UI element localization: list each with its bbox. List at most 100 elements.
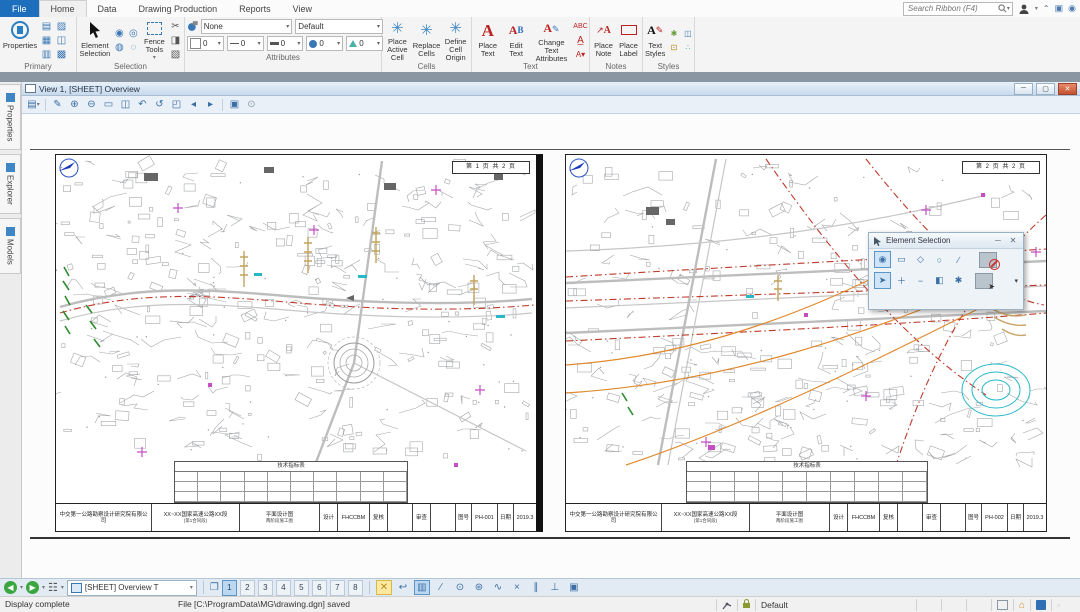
place-label-button[interactable]: Place Label	[617, 19, 640, 62]
view-group-dropdown[interactable]: [SHEET] Overview T ▾	[67, 580, 197, 596]
cut-icon[interactable]: ✂	[169, 20, 182, 33]
rotate-view-icon[interactable]: ↶	[135, 98, 150, 112]
snap-origin-icon[interactable]: ⊛	[471, 580, 487, 595]
dock-tab-explorer[interactable]: Explorer	[0, 154, 21, 214]
method-block-icon[interactable]: ▭	[893, 251, 910, 268]
view-toggle-6[interactable]: 6	[312, 580, 327, 596]
search-input[interactable]	[906, 3, 998, 14]
element-templates-icon[interactable]: ◫	[681, 27, 694, 40]
line-style-dropdown[interactable]: 0 ▾	[227, 36, 264, 51]
select-elements-icon[interactable]: ➤	[975, 273, 993, 289]
level-display-icon[interactable]: ▨	[55, 20, 68, 33]
dialog-expand-icon[interactable]: ▾	[1014, 277, 1018, 285]
view-toggle-2[interactable]: 2	[240, 580, 255, 596]
fit-view-icon[interactable]: ◫	[118, 98, 133, 112]
models-icon[interactable]: ▥	[40, 48, 53, 61]
view-toggle-4[interactable]: 4	[276, 580, 291, 596]
view-previous-icon[interactable]: ◂	[186, 98, 201, 112]
ribbon-search[interactable]: ▾	[903, 2, 1013, 16]
view-minimize-button[interactable]: ─	[1014, 83, 1033, 95]
line-weight-dropdown[interactable]: 0 ▾	[267, 36, 304, 51]
snap-keypoint-icon[interactable]: ▥	[414, 580, 430, 595]
mode-subtract-icon[interactable]: −	[912, 272, 929, 289]
snap-bisector-icon[interactable]: ∿	[490, 580, 506, 595]
display-styles-icon[interactable]: ⊡	[667, 41, 680, 54]
mode-clear-icon[interactable]: ✱	[950, 272, 967, 289]
view-undo-caret-icon[interactable]: ▾	[20, 584, 23, 591]
tab-drawing-production[interactable]: Drawing Production	[128, 0, 229, 17]
text-styles-button[interactable]: A✎ Text Styles	[645, 19, 665, 62]
explorer-icon[interactable]: ▤	[40, 20, 53, 33]
view-group-history-icon[interactable]: ☷	[48, 581, 58, 594]
tab-home[interactable]: Home	[39, 0, 87, 17]
view-undo-button[interactable]: ◀	[4, 581, 17, 594]
dock-tab-properties[interactable]: Properties	[0, 84, 21, 150]
view-toggles-icon[interactable]: ❐	[210, 582, 219, 593]
sheet-2[interactable]: 第 2 页 共 2 页 技术指标表 中交第一公路勘察设计研究院有限公司 XX~X…	[565, 154, 1047, 532]
more-text-tools-icon[interactable]: A▾	[574, 48, 587, 61]
snap-nearest-icon[interactable]: ↩	[395, 580, 411, 595]
zoom-out-icon[interactable]: ⊖	[84, 98, 99, 112]
active-level-indicator[interactable]: Default	[755, 599, 916, 611]
select-previous-icon[interactable]: ◎	[127, 27, 140, 40]
main-road[interactable]	[60, 290, 532, 307]
text-glossary-icon[interactable]: A̲	[574, 34, 587, 47]
collapse-ribbon-icon[interactable]: ⌃	[1043, 4, 1050, 13]
element-selection-button[interactable]: Element Selection	[79, 19, 111, 62]
tab-view[interactable]: View	[282, 0, 323, 17]
view-attributes-icon[interactable]: ▤▾	[26, 98, 41, 112]
class-dropdown[interactable]: 0 ▾	[306, 36, 343, 51]
accudraw-toggle-icon[interactable]: ✕	[376, 580, 392, 595]
dimension-styles-icon[interactable]: ✱	[667, 27, 680, 40]
view-toggle-7[interactable]: 7	[330, 580, 345, 596]
drawing-canvas[interactable]: 第 1 页 共 2 页 技术指标表 中交第一公路勘察设计研究院有限公司 XX~X…	[22, 114, 1080, 578]
active-level-dropdown[interactable]: Default ▾	[295, 19, 383, 34]
ramp-edge-c[interactable]	[626, 305, 986, 465]
view-toggle-8[interactable]: 8	[348, 580, 363, 596]
view-toggle-5[interactable]: 5	[294, 580, 309, 596]
dialog-close-icon[interactable]: ✕	[1007, 236, 1019, 245]
element-selection-dialog[interactable]: Element Selection ─ ✕ ◉ ▭ ◇ ○ ∕ ➤ ＋ −	[868, 232, 1024, 310]
spell-check-icon[interactable]: ABC	[574, 20, 587, 33]
sheet-1[interactable]: 第 1 页 共 2 页 技术指标表 中交第一公路勘察设计研究院有限公司 XX~X…	[55, 154, 543, 532]
select-none-icon[interactable]: ◌	[127, 41, 140, 54]
snap-intersection-icon[interactable]: ×	[509, 580, 525, 595]
fence-mode-icon[interactable]: ▧	[169, 48, 182, 61]
method-shape-icon[interactable]: ◇	[912, 251, 929, 268]
locks-indicator[interactable]	[737, 599, 755, 611]
replace-cells-button[interactable]: ✳ Replace Cells	[413, 19, 441, 62]
edit-text-button[interactable]: AB Edit Text	[503, 19, 528, 62]
more-primary-tools-icon[interactable]: ▩	[55, 48, 68, 61]
user-icon[interactable]	[1018, 3, 1030, 15]
select-by-attributes-icon[interactable]: ◉	[113, 27, 126, 40]
tab-file[interactable]: File	[0, 0, 39, 17]
method-circle-icon[interactable]: ○	[931, 251, 948, 268]
walk-icon[interactable]: ◰	[169, 98, 184, 112]
place-text-button[interactable]: A Place Text	[474, 19, 501, 62]
help-icon[interactable]: ◉	[1068, 3, 1076, 14]
view-toggle-3[interactable]: 3	[258, 580, 273, 596]
view-redo-caret-icon[interactable]: ▾	[42, 584, 45, 591]
alignment-c[interactable]	[566, 313, 1046, 341]
method-line-icon[interactable]: ∕	[950, 251, 967, 268]
copy-fence-icon[interactable]: ◨	[169, 34, 182, 47]
fence-indicator[interactable]: ⌂	[1013, 599, 1030, 611]
snap-tangent-icon[interactable]: ∥	[528, 580, 544, 595]
view-redo-button[interactable]: ▶	[26, 581, 39, 594]
dock-tab-models[interactable]: Models	[0, 218, 21, 274]
dialog-title-bar[interactable]: Element Selection ─ ✕	[869, 233, 1023, 249]
snap-midpoint-icon[interactable]: ∕	[433, 580, 449, 595]
fence-tools-button[interactable]: Fence Tools ▾	[142, 19, 167, 62]
view-title-bar[interactable]: View 1, [SHEET] Overview ─ ▢ ✕	[22, 82, 1080, 96]
snap-center-icon[interactable]: ⊙	[452, 580, 468, 595]
method-individual-icon[interactable]: ◉	[874, 251, 891, 268]
zoom-in-icon[interactable]: ⊕	[67, 98, 82, 112]
change-text-attributes-button[interactable]: A✎ Change Text Attributes	[531, 19, 572, 62]
place-active-cell-button[interactable]: ✳ Place Active Cell	[384, 19, 411, 62]
pan-view-icon[interactable]: ↺	[152, 98, 167, 112]
overview-boundary-top[interactable]	[30, 149, 1070, 150]
mode-invert-icon[interactable]: ◧	[931, 272, 948, 289]
view-next-icon[interactable]: ▸	[203, 98, 218, 112]
view-close-button[interactable]: ✕	[1058, 83, 1077, 95]
active-color-dropdown[interactable]: 0 ▾	[187, 36, 224, 51]
